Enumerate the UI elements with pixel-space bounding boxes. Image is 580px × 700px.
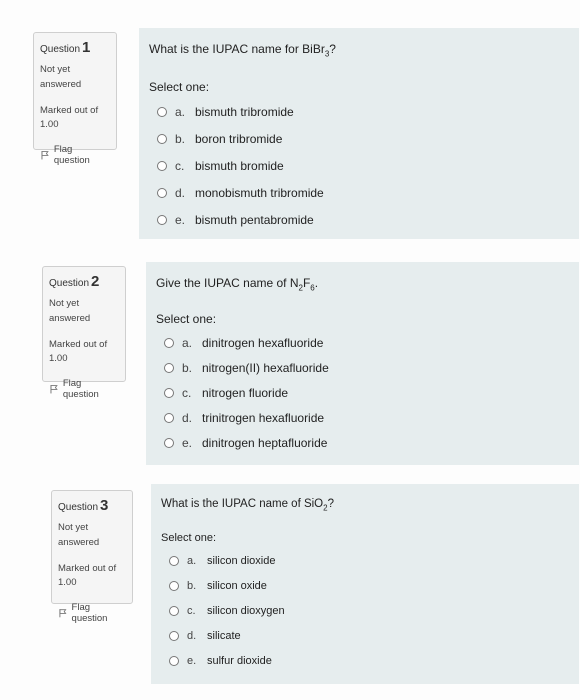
question-content: Give the IUPAC name of N2F6. Select one:… [146,262,579,465]
answer-option-b[interactable]: b. nitrogen(II) hexafluoride [156,355,569,380]
question-state: Not yet answered [40,64,82,90]
answer-option-a[interactable]: a. bismuth tribromide [149,98,569,125]
answer-option-c[interactable]: c. silicon dioxygen [161,598,569,623]
radio-button[interactable] [164,337,174,348]
flag-question-link[interactable]: Flag question [49,378,119,400]
question-text: What is the IUPAC name of SiO2? [161,498,334,513]
radio-button[interactable] [164,362,174,373]
answer-option-d[interactable]: d. monobismuth tribromide [149,179,569,206]
question-info-panel: Question 3 Not yet answered Marked out of… [51,490,133,624]
radio-button[interactable] [169,630,179,641]
answer-option-a[interactable]: a. dinitrogen hexafluoride [156,330,569,355]
answer-option-e[interactable]: e. sulfur dioxide [161,648,569,673]
answer-option-a[interactable]: a. silicon dioxide [161,548,569,573]
flag-question-link[interactable]: Flag question [40,144,110,166]
question-state: Not yet answered [58,522,100,548]
answer-options: a. bismuth tribromide b. boron tribromide … [149,98,569,233]
flag-question-link[interactable]: Flag question [58,602,126,624]
question-content: What is the IUPAC name of SiO2? Select o… [151,484,579,684]
radio-button[interactable] [157,214,167,225]
flag-icon [50,385,58,394]
radio-button[interactable] [157,160,167,171]
answer-option-c[interactable]: c. nitrogen fluoride [156,380,569,405]
question-info-panel: Question 2 Not yet answered Marked out of… [42,266,126,400]
flag-icon [41,151,49,160]
question-marks: Marked out of 1.00 [49,339,108,364]
answer-options: a. silicon dioxide b. silicon oxide c. sili… [161,548,569,673]
answer-options: a. dinitrogen hexafluoride b. nitrogen(II)… [156,330,569,455]
answer-option-b[interactable]: b. boron tribromide [149,125,569,152]
radio-button[interactable] [169,655,179,666]
question-marks: Marked out of 1.00 [58,563,117,588]
radio-button[interactable] [164,437,174,448]
radio-button[interactable] [164,412,174,423]
select-one-prompt: Select one: [149,80,210,95]
radio-button[interactable] [169,555,179,566]
answer-option-d[interactable]: d. trinitrogen hexafluoride [156,405,569,430]
answer-option-e[interactable]: e. bismuth pentabromide [149,206,569,233]
question-text: What is the IUPAC name for BiBr3? [149,42,336,59]
flag-icon [59,609,67,618]
answer-option-e[interactable]: e. dinitrogen heptafluoride [156,430,569,455]
radio-button[interactable] [157,133,167,144]
select-one-prompt: Select one: [161,532,217,545]
answer-option-c[interactable]: c. bismuth bromide [149,152,569,179]
question-state: Not yet answered [49,298,91,324]
answer-option-d[interactable]: d. silicate [161,623,569,648]
radio-button[interactable] [157,187,167,198]
question-info-panel: Question 1 Not yet answered Marked out of… [33,32,117,166]
question-number: Question 1 [40,39,91,56]
radio-button[interactable] [169,605,179,616]
radio-button[interactable] [157,106,167,117]
answer-option-b[interactable]: b. silicon oxide [161,573,569,598]
radio-button[interactable] [169,580,179,591]
question-marks: Marked out of 1.00 [40,105,99,130]
select-one-prompt: Select one: [156,312,217,327]
question-text: Give the IUPAC name of N2F6. [156,276,319,293]
question-number: Question 2 [49,273,100,290]
question-content: What is the IUPAC name for BiBr3? Select… [139,28,579,239]
question-number: Question 3 [58,497,109,514]
radio-button[interactable] [164,387,174,398]
